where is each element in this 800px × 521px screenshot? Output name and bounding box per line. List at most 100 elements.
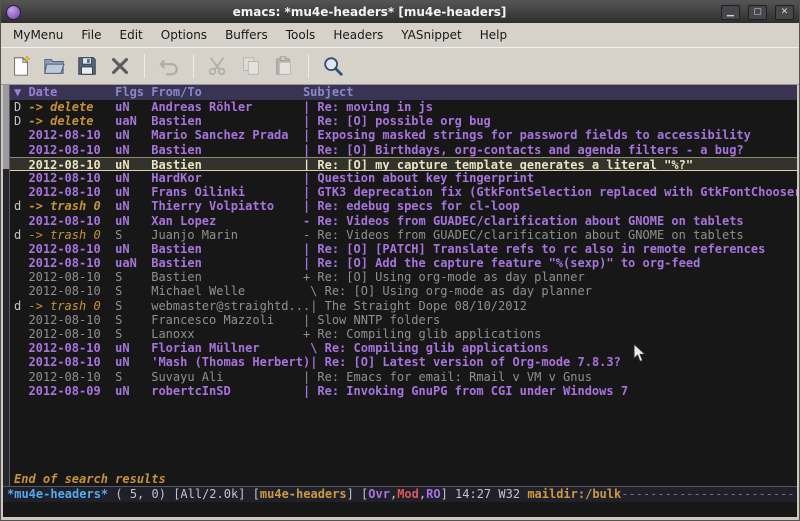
message-subject: | Re: [O] Latest version of Org-mode 7.8… [310,355,621,369]
message-date: 2012-08-10 [28,171,115,185]
message-subject: | Slow NNTP folders [303,313,440,327]
message-row[interactable]: 2012-08-10SSuvayu Ali| Re: Emacs for ema… [10,370,797,384]
column-flags[interactable]: Flgs [115,85,151,100]
message-subject: | Re: Emacs for email: Rmail v VM v Gnus [303,370,592,384]
message-row[interactable]: 2012-08-10uNBastien| Re: [O] Birthdays, … [10,143,797,157]
message-row[interactable]: D-> deleteuaNBastien| Re: [O] possible o… [10,114,797,128]
emacs-window: emacs: *mu4e-headers* [mu4e-headers] ▁ ▢… [0,0,800,521]
message-from: Bastien [151,256,303,270]
message-row[interactable]: 2012-08-10SFrancesco Mazzoli| Slow NNTP … [10,313,797,327]
mark-char [14,270,28,284]
menu-yasnippet[interactable]: YASnippet [392,25,471,45]
scrollbar[interactable] [3,85,10,486]
modeline-segment: [ [354,487,368,501]
modeline-segment: ------------------------ [621,487,794,501]
mark-char [14,327,28,341]
mark-char [14,171,28,185]
message-subject: - Re: Videos from GUADEC/clarification a… [303,214,744,228]
message-row[interactable]: 2012-08-10uNHardKor| Question about key … [10,171,797,185]
column-date[interactable]: Date [28,85,115,100]
menu-edit[interactable]: Edit [111,25,152,45]
modeline-segment: W32 [491,487,520,501]
cut-icon[interactable] [203,51,233,81]
message-subject: | Re: moving in js [303,100,433,114]
message-flags: uaN [115,256,151,270]
message-flags: uN [115,158,151,170]
message-subject: | Question about key fingerprint [303,171,534,185]
menu-tools[interactable]: Tools [277,25,325,45]
copy-icon[interactable] [236,51,266,81]
message-from: Francesco Mazzoli [151,313,303,327]
new-file-icon[interactable] [6,51,36,81]
menu-headers[interactable]: Headers [324,25,392,45]
message-flags: uN [115,143,151,157]
search-icon[interactable] [318,51,348,81]
message-date: 2012-08-10 [28,143,115,157]
maximize-button[interactable]: ▢ [748,5,767,20]
emacs-icon [6,5,21,20]
column-subject[interactable]: Subject [303,85,354,100]
menu-options[interactable]: Options [152,25,216,45]
message-list: D-> deleteuNAndreas Röhler| Re: moving i… [10,100,797,472]
menu-help[interactable]: Help [471,25,516,45]
menu-buffers[interactable]: Buffers [216,25,277,45]
message-subject: \ Re: [O] Using org-mode as day planner [303,284,592,298]
column-from[interactable]: From/To [151,85,303,100]
echo-area[interactable] [3,502,797,517]
message-row[interactable]: 2012-08-10uNFrans Oilinki| GTK3 deprecat… [10,185,797,199]
message-row[interactable]: 2012-08-09uNrobertcInSD| Re: Invoking Gn… [10,384,797,398]
mark-action-label: -> trash 0 [28,199,115,213]
message-row[interactable]: 2012-08-10SLanoxx+ Re: Compiling glib ap… [10,327,797,341]
message-row[interactable]: 2012-08-10uNXan Lopez- Re: Videos from G… [10,214,797,228]
message-date: 2012-08-10 [28,242,115,256]
message-from: Bastien [151,143,303,157]
message-from: Frans Oilinki [151,185,303,199]
message-row[interactable]: d-> trash 0uNThierry Volpiatto| Re: edeb… [10,199,797,213]
modeline-segment: maildir:/bulk [527,487,621,501]
mark-action-label: -> trash 0 [28,299,115,313]
modeline-segment: Ovr [368,487,390,501]
mark-char [14,355,28,369]
save-buffer-icon[interactable] [72,51,102,81]
message-flags: S [115,284,151,298]
modeline-segment: ( 5, 0) [108,487,173,501]
message-from: Lanoxx [151,327,303,341]
message-row[interactable]: 2012-08-10uNBastien| Re: [O] my capture … [10,157,797,171]
scrollbar-thumb[interactable] [3,85,9,169]
message-row[interactable]: 2012-08-10SMichael Welle \ Re: [O] Using… [10,284,797,298]
message-row[interactable]: D-> deleteuNAndreas Röhler| Re: moving i… [10,100,797,114]
message-date: 2012-08-10 [28,284,115,298]
message-from: Xan Lopez [151,214,303,228]
message-row[interactable]: d-> trash 0Swebmaster@straightd...| The … [10,299,797,313]
message-flags: uN [115,199,151,213]
close-button[interactable]: ✕ [775,5,794,20]
message-row[interactable]: 2012-08-10uNMario Sanchez Prada| Exposin… [10,128,797,142]
close-buffer-icon[interactable] [105,51,135,81]
message-row[interactable]: d-> trash 0SJuanjo Marin- Re: Videos fro… [10,228,797,242]
mark-char [14,370,28,384]
message-date: 2012-08-10 [28,256,115,270]
message-row[interactable]: 2012-08-10SBastien+ Re: [O] Using org-mo… [10,270,797,284]
menu-file[interactable]: File [72,25,110,45]
message-subject: | Re: [O] [PATCH] Translate refs to rc a… [303,242,765,256]
open-file-icon[interactable] [39,51,69,81]
mark-char: d [14,228,28,242]
message-date: 2012-08-10 [28,341,115,355]
modeline-segment: ] [347,487,354,501]
mark-char [14,128,28,142]
message-flags: S [115,270,151,284]
message-flags: uaN [115,114,151,128]
toolbar-separator [144,54,145,78]
menu-mymenu[interactable]: MyMenu [4,25,72,45]
message-row[interactable]: 2012-08-10uaNBastien| Re: [O] Add the ca… [10,256,797,270]
minimize-button[interactable]: ▁ [721,5,740,20]
message-row[interactable]: 2012-08-10uNFlorian Müllner \ Re: Compil… [10,341,797,355]
message-date: 2012-08-09 [28,384,115,398]
message-row[interactable]: 2012-08-10uN'Mash (Thomas Herbert)| Re: … [10,355,797,369]
toolbar [1,47,799,85]
mark-char [14,313,28,327]
undo-icon[interactable] [154,51,184,81]
paste-icon[interactable] [269,51,299,81]
message-row[interactable]: 2012-08-10uNBastien| Re: [O] [PATCH] Tra… [10,242,797,256]
message-subject: + Re: [O] Using org-mode as day planner [303,270,585,284]
